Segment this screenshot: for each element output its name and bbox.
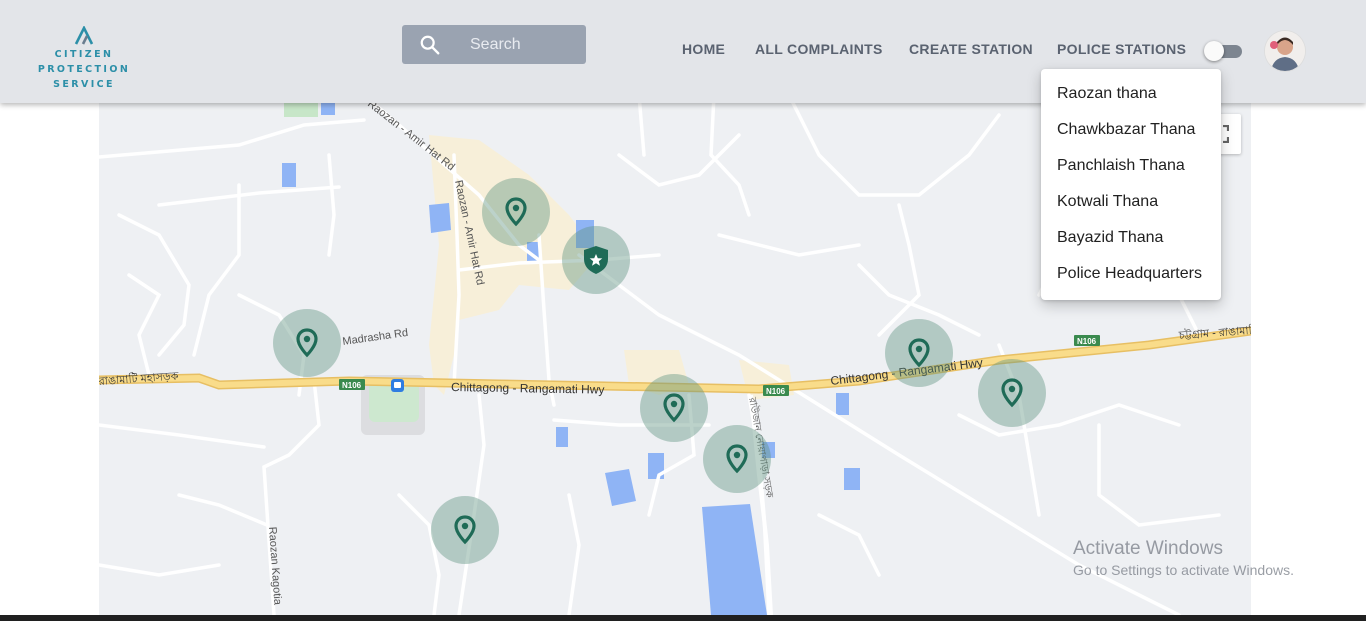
search-icon — [420, 35, 440, 54]
menu-item-panchlaish[interactable]: Panchlaish Thana — [1041, 148, 1221, 184]
route-shield-label: N106 — [766, 387, 786, 396]
complaint-marker[interactable] — [885, 319, 953, 387]
user-avatar[interactable] — [1265, 31, 1305, 71]
nav-all-complaints[interactable]: ALL COMPLAINTS — [755, 41, 883, 57]
location-pin-icon — [505, 197, 527, 227]
avatar-image — [1265, 31, 1305, 71]
route-shield-label: N106 — [342, 381, 362, 390]
nav-police-stations[interactable]: POLICE STATIONS — [1057, 41, 1186, 57]
app-logo[interactable]: CITIZEN PROTECTION SERVICE — [36, 26, 132, 92]
logo-text-line: SERVICE — [53, 79, 115, 90]
logo-text-line: PROTECTION — [37, 64, 131, 75]
theme-toggle[interactable] — [1204, 41, 1242, 61]
menu-item-headquarters[interactable]: Police Headquarters — [1041, 256, 1221, 292]
menu-item-chawkbazar[interactable]: Chawkbazar Thana — [1041, 112, 1221, 148]
police-stations-menu: Raozan thana Chawkbazar Thana Panchlaish… — [1041, 69, 1221, 300]
police-shield-icon — [584, 246, 608, 274]
activation-watermark: Activate Windows Go to Settings to activ… — [1073, 538, 1294, 580]
road-label-bengali-west: রাঙামাটি মহাসড়ক — [99, 369, 179, 388]
search-box — [402, 25, 586, 64]
complaint-marker[interactable] — [482, 178, 550, 246]
complaint-marker[interactable] — [978, 359, 1046, 427]
road-label-hwy-1: Chittagong - Rangamati Hwy — [451, 380, 605, 397]
menu-item-raozan[interactable]: Raozan thana — [1041, 76, 1221, 112]
complaint-marker[interactable] — [431, 496, 499, 564]
nav-create-station[interactable]: CREATE STATION — [909, 41, 1033, 57]
location-pin-icon — [454, 515, 476, 545]
road-label-amir-hat-1: Raozan - Amir Hat Rd — [365, 98, 457, 173]
complaint-marker[interactable] — [273, 309, 341, 377]
menu-item-kotwali[interactable]: Kotwali Thana — [1041, 184, 1221, 220]
taskbar-edge — [0, 615, 1366, 621]
route-shield-label: N106 — [1077, 337, 1097, 346]
water-bodies — [282, 95, 860, 615]
nav-home[interactable]: HOME — [682, 41, 725, 57]
road-label-bengali-east: চট্টগ্রাম - রাঙামাটি — [1177, 323, 1251, 342]
logo-text-line: CITIZEN — [54, 49, 114, 60]
location-pin-icon — [296, 328, 318, 358]
logo-triangle-icon — [74, 26, 94, 45]
toggle-thumb — [1204, 41, 1224, 61]
watermark-title: Activate Windows — [1073, 538, 1223, 559]
menu-item-bayazid[interactable]: Bayazid Thana — [1041, 220, 1221, 256]
search-input[interactable] — [470, 35, 570, 54]
road-label-kagotia: Raozan Kagotia — [266, 526, 283, 606]
watermark-subtitle: Go to Settings to activate Windows. — [1073, 562, 1294, 578]
police-station-marker[interactable] — [562, 226, 630, 294]
location-pin-icon — [908, 338, 930, 368]
location-pin-icon — [663, 393, 685, 423]
complaint-marker[interactable] — [640, 374, 708, 442]
complaint-marker[interactable] — [703, 425, 771, 493]
road-label-madrasha: Madrasha Rd — [342, 327, 409, 348]
location-pin-icon — [726, 444, 748, 474]
location-pin-icon — [1001, 378, 1023, 408]
